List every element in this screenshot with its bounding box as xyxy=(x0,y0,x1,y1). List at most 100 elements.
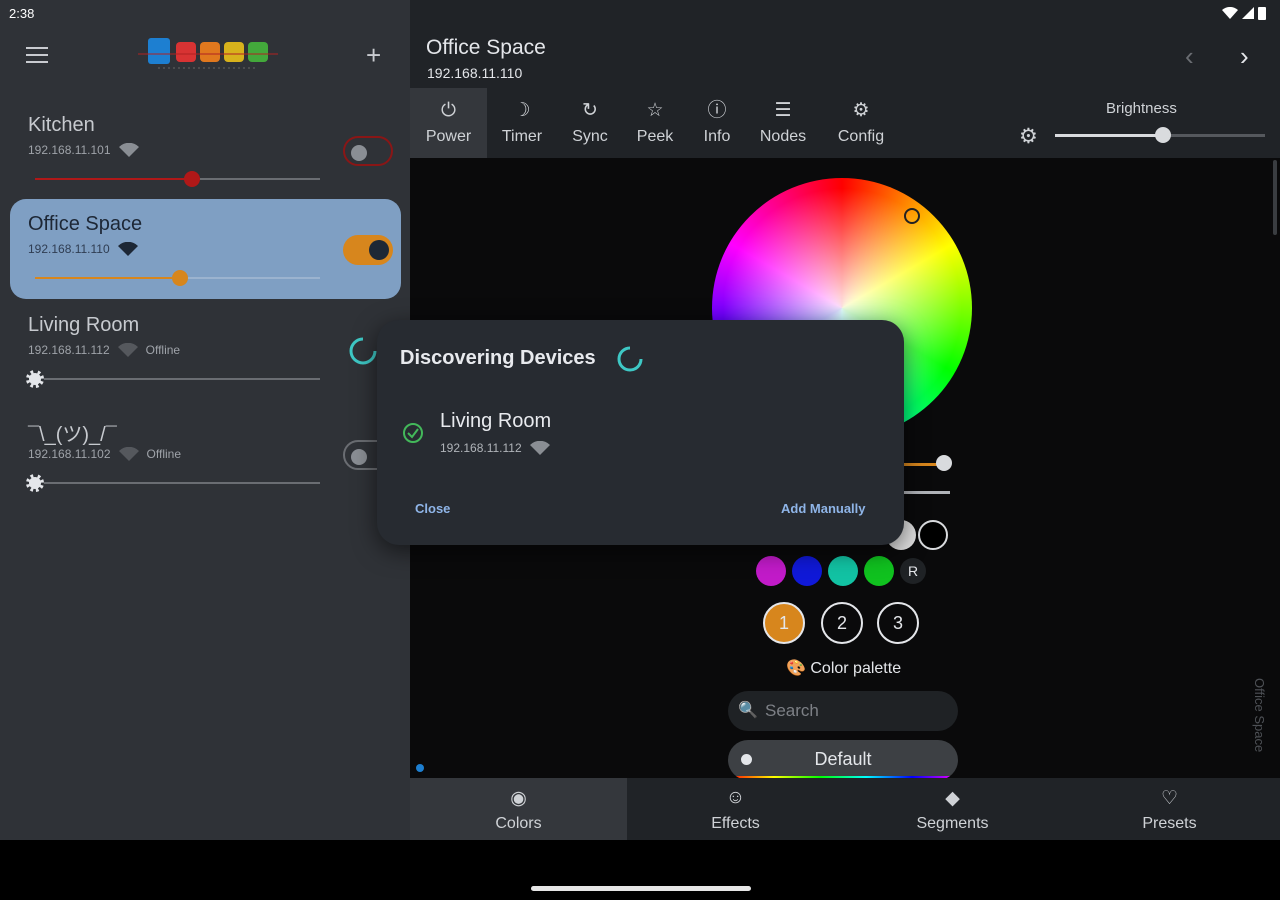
slider-knob[interactable] xyxy=(172,270,188,286)
tab-label: Sync xyxy=(572,128,608,145)
device-item-living-room[interactable]: Living Room 192.168.11.112 Offline xyxy=(10,300,401,400)
discovered-device-ip: 192.168.11.112 xyxy=(440,441,522,455)
tab-sync[interactable]: ↻ Sync xyxy=(557,88,623,158)
brightness-label: Brightness xyxy=(1106,100,1177,117)
slider-knob[interactable] xyxy=(184,171,200,187)
dialog-title: Discovering Devices xyxy=(400,347,596,369)
check-circle-icon xyxy=(403,423,423,443)
color-swatch[interactable] xyxy=(756,556,786,586)
close-button[interactable]: Close xyxy=(415,501,450,516)
power-toggle[interactable] xyxy=(343,235,393,265)
info-icon: ⓘ xyxy=(707,100,727,121)
signal-icon xyxy=(1242,7,1254,19)
offline-label: Offline xyxy=(145,343,181,357)
device-item-office-space[interactable]: Office Space 192.168.11.110 xyxy=(10,199,401,299)
discovered-device-item[interactable]: Living Room 192.168.11.112 xyxy=(402,410,882,460)
slider-knob[interactable] xyxy=(936,455,952,471)
device-name: Kitchen xyxy=(28,114,95,136)
palette-icon: ◉ xyxy=(510,788,527,809)
search-icon: 🔍 xyxy=(738,702,758,719)
wifi-icon xyxy=(117,242,138,256)
tab-info[interactable]: ⓘ Info xyxy=(687,88,747,158)
menu-icon[interactable] xyxy=(26,47,48,65)
device-item-shrug[interactable]: ¯\_(ツ)_/¯ 192.168.11.102 Offline xyxy=(10,404,401,504)
discover-devices-dialog: Discovering Devices Living Room 192.168.… xyxy=(377,320,904,545)
color-slot-1[interactable]: 1 xyxy=(763,602,805,644)
device-ip: 192.168.11.102 xyxy=(28,447,111,461)
brightness-slider[interactable] xyxy=(26,370,320,388)
color-swatch[interactable] xyxy=(792,556,822,586)
offline-label: Offline xyxy=(146,447,181,461)
power-toggle[interactable] xyxy=(343,136,393,166)
palette-search-input[interactable]: 🔍 Search xyxy=(728,691,958,731)
device-ip: 192.168.11.110 xyxy=(28,242,110,256)
tab-label: Power xyxy=(425,128,472,145)
home-gesture-handle[interactable] xyxy=(531,886,751,891)
heart-icon: ♡ xyxy=(1160,788,1179,809)
tab-nodes[interactable]: ☰ Nodes xyxy=(747,88,819,158)
palette-label-text: Color palette xyxy=(810,660,902,677)
nav-label: Effects xyxy=(711,815,760,832)
sun-icon[interactable] xyxy=(26,370,44,388)
status-bar: 2:38 xyxy=(0,0,1280,28)
page-subtitle: 192.168.11.110 xyxy=(427,65,523,81)
brightness-slider[interactable] xyxy=(35,171,320,187)
nav-label: Colors xyxy=(495,815,542,832)
device-side-label: Office Space xyxy=(1252,678,1267,753)
gear-icon: ⚙ xyxy=(852,100,870,121)
color-wheel-marker[interactable] xyxy=(904,208,920,224)
color-slot-3[interactable]: 3 xyxy=(877,602,919,644)
palette-item-default[interactable]: Default xyxy=(728,740,958,778)
wifi-off-icon xyxy=(118,447,139,461)
add-manually-button[interactable]: Add Manually xyxy=(781,501,866,516)
brightness-slider[interactable] xyxy=(26,474,320,492)
palette-icon: 🎨 xyxy=(786,660,806,677)
device-item-kitchen[interactable]: Kitchen 192.168.11.101 xyxy=(10,100,401,200)
loading-spinner-icon xyxy=(349,337,377,365)
device-ip-row: 192.168.11.112 Offline xyxy=(28,343,180,357)
sun-icon[interactable] xyxy=(26,474,44,492)
color-swatch[interactable] xyxy=(828,556,858,586)
power-icon: ⏻ xyxy=(440,100,457,121)
scrollbar[interactable] xyxy=(1273,160,1277,235)
page-title: Office Space xyxy=(426,36,546,59)
next-device-icon[interactable]: › xyxy=(1240,42,1249,70)
device-ip: 192.168.11.101 xyxy=(28,143,111,157)
nav-effects[interactable]: ☺ Effects xyxy=(627,778,844,840)
system-nav-bar xyxy=(0,840,1280,900)
color-slot-2[interactable]: 2 xyxy=(821,602,863,644)
list-icon: ☰ xyxy=(774,100,792,121)
tab-power[interactable]: ⏻ Power xyxy=(410,88,487,158)
nav-colors[interactable]: ◉ Colors xyxy=(410,778,627,840)
tab-label: Info xyxy=(703,128,731,145)
search-placeholder: Search xyxy=(765,701,819,720)
wifi-status-icon xyxy=(1222,7,1238,19)
discovered-device-name: Living Room xyxy=(440,410,552,432)
color-palette-label: 🎨 Color palette xyxy=(786,658,901,678)
smiley-icon: ☺ xyxy=(725,787,746,808)
moon-icon: ☽ xyxy=(513,100,531,121)
device-ip-row: 192.168.11.102 Offline xyxy=(28,447,181,461)
screen: + Kitchen 192.168.11.101 Office Space 19… xyxy=(0,0,1280,900)
wifi-icon xyxy=(529,441,550,455)
master-brightness-slider[interactable] xyxy=(1055,127,1265,143)
tab-label: Peek xyxy=(636,128,674,145)
device-name: Living Room xyxy=(28,314,140,336)
random-color-button[interactable]: R xyxy=(900,558,926,584)
tab-config[interactable]: ⚙ Config xyxy=(819,88,903,158)
color-swatch-black[interactable] xyxy=(918,520,948,550)
previous-device-icon[interactable]: ‹ xyxy=(1185,42,1194,70)
nav-presets[interactable]: ♡ Presets xyxy=(1061,778,1278,840)
tab-label: Nodes xyxy=(759,128,807,145)
slider-knob[interactable] xyxy=(1155,127,1171,143)
bottom-nav: ◉ Colors ☺ Effects ◆ Segments ♡ Presets xyxy=(410,778,1280,840)
add-device-button[interactable]: + xyxy=(366,42,381,68)
tab-label: Timer xyxy=(501,128,543,145)
nav-label: Presets xyxy=(1142,815,1197,832)
tab-peek[interactable]: ☆ Peek xyxy=(623,88,687,158)
device-name: ¯\_(ツ)_/¯ xyxy=(28,424,117,446)
brightness-slider[interactable] xyxy=(35,270,320,286)
tab-timer[interactable]: ☽ Timer xyxy=(487,88,557,158)
nav-segments[interactable]: ◆ Segments xyxy=(844,778,1061,840)
color-swatch[interactable] xyxy=(864,556,894,586)
